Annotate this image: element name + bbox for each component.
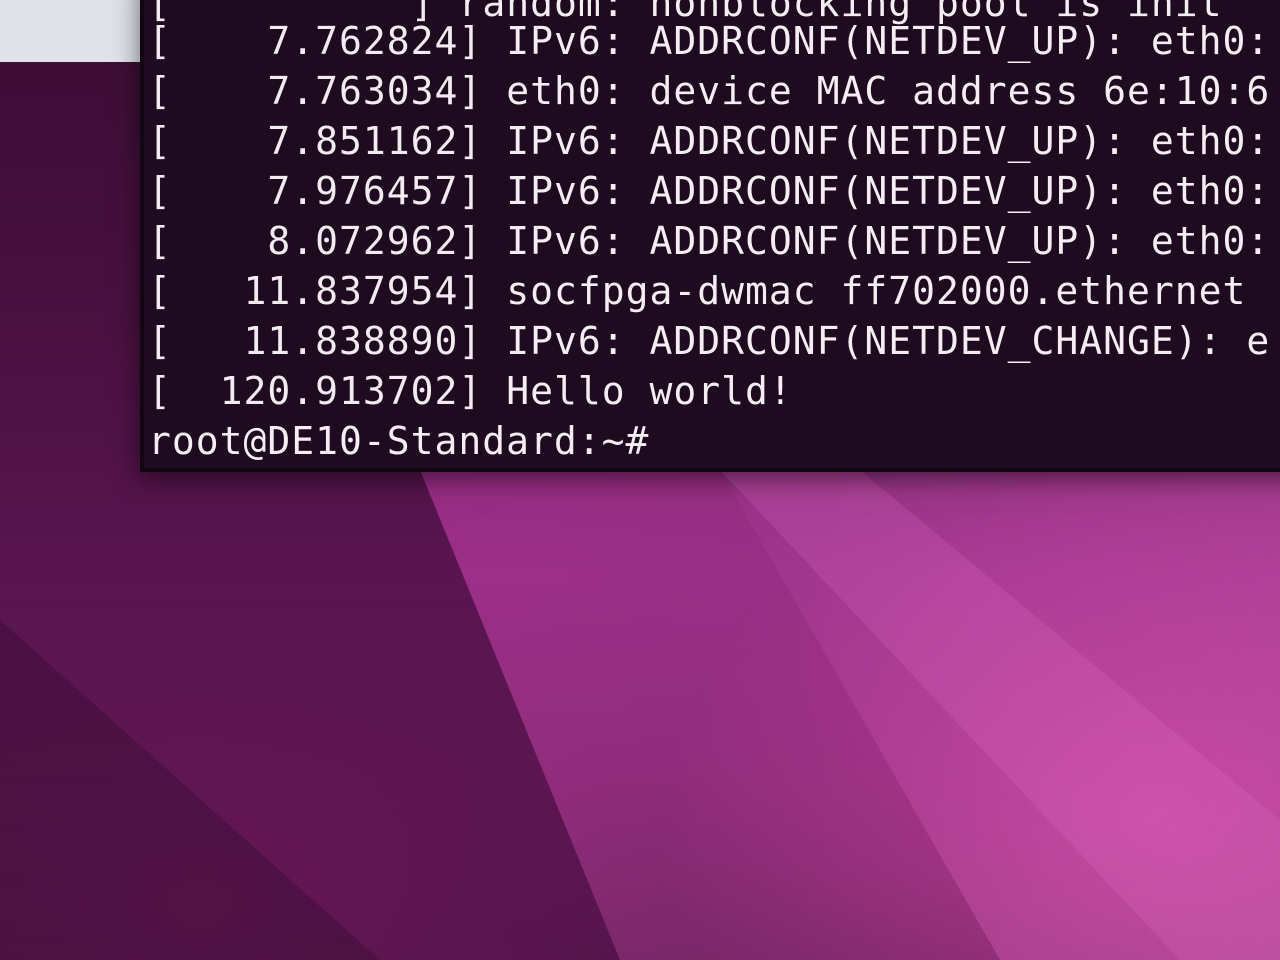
terminal-line-timestamp: [ 7.851162] [148, 119, 483, 163]
terminal-line-timestamp: [ 7.762824] [148, 19, 483, 63]
terminal-line-message: eth0: device MAC address 6e:10:6 [506, 69, 1271, 113]
terminal-line: [ 11.837954] socfpga-dwmac ff702000.ethe… [148, 266, 1246, 316]
terminal-line-message: IPv6: ADDRCONF(NETDEV_CHANGE): e [506, 319, 1271, 363]
terminal-line: [ 8.072962] IPv6: ADDRCONF(NETDEV_UP): e… [148, 216, 1270, 266]
terminal-prompt[interactable]: root@DE10-Standard:~# [148, 416, 649, 466]
terminal-line-message: IPv6: ADDRCONF(NETDEV_UP): eth0: [506, 219, 1271, 263]
terminal-line-message: IPv6: ADDRCONF(NETDEV_UP): eth0: [506, 169, 1271, 213]
terminal-line-timestamp: [ 11.838890] [148, 319, 483, 363]
terminal-line: [ 7.763034] eth0: device MAC address 6e:… [148, 66, 1270, 116]
terminal-line-timestamp: [ 120.913702] [148, 369, 483, 413]
background-window-edge [0, 0, 148, 62]
terminal-line: [ 11.838890] IPv6: ADDRCONF(NETDEV_CHANG… [148, 316, 1270, 366]
terminal-line-timestamp: [ 8.072962] [148, 219, 483, 263]
terminal-line: [ 120.913702] Hello world! [148, 366, 793, 416]
terminal-line-message: IPv6: ADDRCONF(NETDEV_UP): eth0: [506, 119, 1271, 163]
terminal-window[interactable]: [ ] random: nonblocking pool is init [ 7… [140, 0, 1280, 472]
terminal-line-message: IPv6: ADDRCONF(NETDEV_UP): eth0: [506, 19, 1271, 63]
terminal-line: [ 7.851162] IPv6: ADDRCONF(NETDEV_UP): e… [148, 116, 1270, 166]
terminal-line-timestamp: [ 11.837954] [148, 269, 483, 313]
terminal-line: [ 7.762824] IPv6: ADDRCONF(NETDEV_UP): e… [148, 16, 1270, 66]
terminal-line: [ 7.976457] IPv6: ADDRCONF(NETDEV_UP): e… [148, 166, 1270, 216]
terminal-line-message: socfpga-dwmac ff702000.ethernet [506, 269, 1247, 313]
terminal-line-timestamp: [ 7.976457] [148, 169, 483, 213]
terminal-line-message: Hello world! [506, 369, 793, 413]
prompt-text: root@DE10-Standard:~# [148, 419, 650, 463]
terminal-line-timestamp: [ 7.763034] [148, 69, 483, 113]
